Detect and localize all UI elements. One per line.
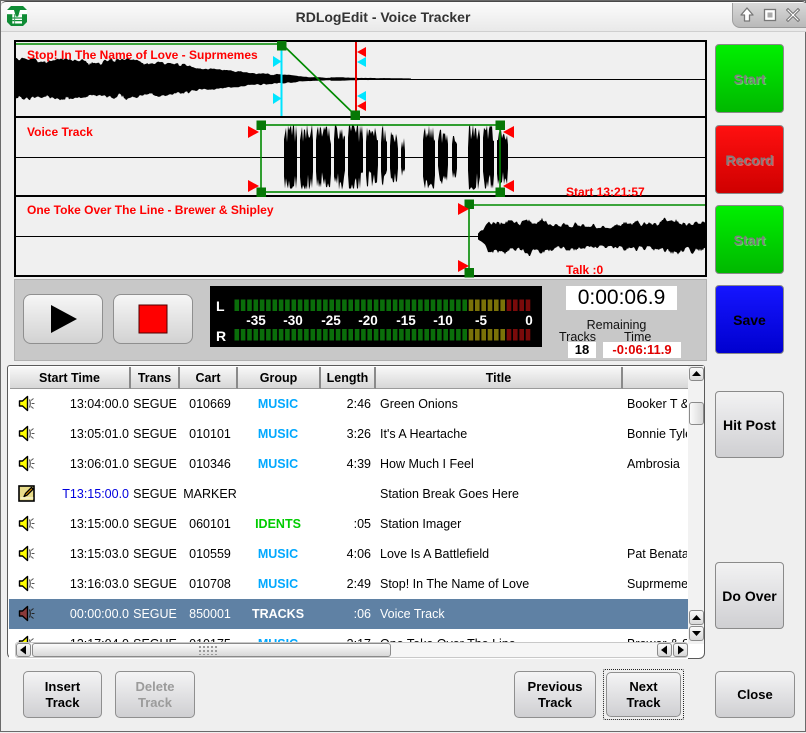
svg-text:-25: -25	[321, 313, 341, 328]
svg-text:-10: -10	[433, 313, 453, 328]
svg-text:-35: -35	[246, 313, 266, 328]
svg-text:-15: -15	[396, 313, 416, 328]
svg-text:-30: -30	[283, 313, 303, 328]
svg-text:L: L	[216, 298, 225, 314]
svg-text:0: 0	[525, 313, 533, 328]
svg-text:-20: -20	[358, 313, 378, 328]
svg-text:R: R	[216, 328, 226, 344]
svg-text:-5: -5	[475, 313, 487, 328]
